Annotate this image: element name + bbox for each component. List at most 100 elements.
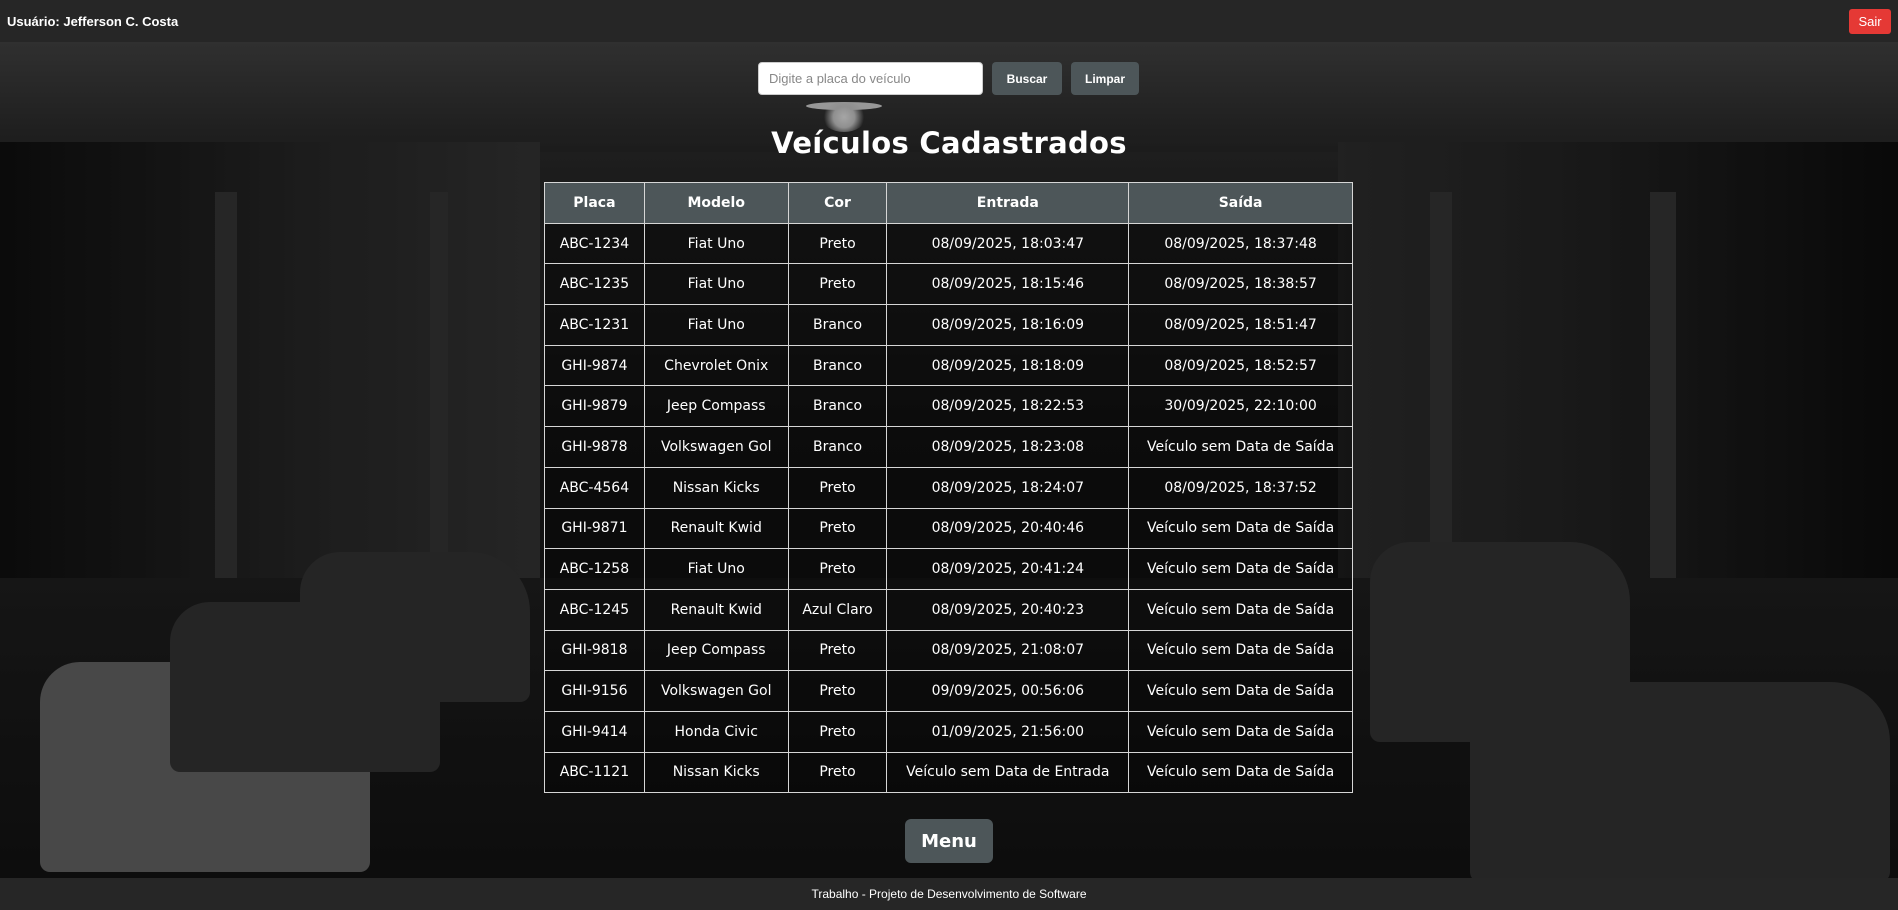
cell-cor: Preto	[787, 222, 888, 265]
table-row: GHI-9878 Volkswagen Gol Branco 08/09/202…	[544, 426, 1353, 468]
cell-cor: Branco	[787, 385, 888, 428]
cell-entrada: 08/09/2025, 18:18:09	[886, 344, 1130, 387]
logout-button[interactable]: Sair	[1849, 8, 1891, 34]
cell-placa: GHI-9414	[544, 710, 645, 753]
top-bar: Usuário: Jefferson C. Costa Sair	[0, 0, 1898, 42]
table-row: ABC-1245 Renault Kwid Azul Claro 08/09/2…	[544, 588, 1353, 631]
table-row: GHI-9414 Honda Civic Preto 01/09/2025, 2…	[544, 710, 1353, 753]
column-header-placa: Placa	[544, 182, 645, 224]
cell-saida: Veículo sem Data de Saída	[1128, 629, 1353, 672]
cell-saida: 08/09/2025, 18:51:47	[1128, 304, 1353, 346]
cell-saida: Veículo sem Data de Saída	[1128, 548, 1353, 590]
vehicles-table: Placa Modelo Cor Entrada Saída ABC-1234 …	[544, 182, 1353, 794]
table-row: ABC-1235 Fiat Uno Preto 08/09/2025, 18:1…	[544, 263, 1353, 306]
cell-placa: GHI-9879	[544, 385, 645, 428]
cell-placa: GHI-9874	[544, 344, 645, 387]
cell-entrada: 08/09/2025, 18:15:46	[886, 263, 1130, 306]
cell-cor: Preto	[787, 710, 888, 753]
cell-modelo: Nissan Kicks	[643, 751, 789, 794]
cell-modelo: Chevrolet Onix	[643, 344, 789, 387]
footer-text: Trabalho - Projeto de Desenvolvimento de…	[811, 887, 1087, 901]
cell-saida: 30/09/2025, 22:10:00	[1128, 385, 1353, 428]
cell-placa: ABC-1235	[544, 263, 645, 306]
cell-cor: Preto	[787, 629, 888, 672]
cell-placa: ABC-4564	[544, 466, 645, 509]
cell-entrada: 08/09/2025, 18:16:09	[886, 304, 1130, 346]
column-header-modelo: Modelo	[643, 182, 789, 224]
cell-saida: Veículo sem Data de Saída	[1128, 507, 1353, 550]
cell-modelo: Renault Kwid	[643, 507, 789, 550]
table-row: ABC-1231 Fiat Uno Branco 08/09/2025, 18:…	[544, 304, 1353, 346]
cell-modelo: Honda Civic	[643, 710, 789, 753]
cell-cor: Azul Claro	[787, 588, 888, 631]
plate-search-input[interactable]	[758, 62, 983, 95]
user-label: Usuário: Jefferson C. Costa	[7, 13, 179, 29]
cell-saida: Veículo sem Data de Saída	[1128, 670, 1353, 712]
column-header-saida: Saída	[1128, 182, 1353, 224]
cell-placa: ABC-1258	[544, 548, 645, 590]
table-row: ABC-4564 Nissan Kicks Preto 08/09/2025, …	[544, 466, 1353, 509]
cell-entrada: 08/09/2025, 20:40:46	[886, 507, 1130, 550]
cell-placa: ABC-1245	[544, 588, 645, 631]
cell-placa: ABC-1234	[544, 222, 645, 265]
cell-modelo: Fiat Uno	[643, 222, 789, 265]
table-row: ABC-1234 Fiat Uno Preto 08/09/2025, 18:0…	[544, 222, 1353, 265]
cell-cor: Branco	[787, 426, 888, 468]
cell-entrada: 01/09/2025, 21:56:00	[886, 710, 1130, 753]
cell-entrada: 08/09/2025, 20:41:24	[886, 548, 1130, 590]
table-row: GHI-9871 Renault Kwid Preto 08/09/2025, …	[544, 507, 1353, 550]
cell-entrada: 08/09/2025, 20:40:23	[886, 588, 1130, 631]
menu-button[interactable]: Menu	[905, 819, 993, 863]
cell-saida: 08/09/2025, 18:52:57	[1128, 344, 1353, 387]
cell-saida: 08/09/2025, 18:37:52	[1128, 466, 1353, 509]
cell-entrada: 08/09/2025, 18:03:47	[886, 222, 1130, 265]
cell-saida: 08/09/2025, 18:37:48	[1128, 222, 1353, 265]
cell-placa: ABC-1121	[544, 751, 645, 794]
cell-cor: Preto	[787, 548, 888, 590]
cell-entrada: 09/09/2025, 00:56:06	[886, 670, 1130, 712]
cell-entrada: 08/09/2025, 18:22:53	[886, 385, 1130, 428]
vehicles-table-container: Placa Modelo Cor Entrada Saída ABC-1234 …	[544, 182, 1353, 794]
table-row: ABC-1121 Nissan Kicks Preto Veículo sem …	[544, 751, 1353, 794]
table-row: ABC-1258 Fiat Uno Preto 08/09/2025, 20:4…	[544, 548, 1353, 590]
cell-entrada: 08/09/2025, 18:24:07	[886, 466, 1130, 509]
cell-cor: Preto	[787, 507, 888, 550]
cell-saida: Veículo sem Data de Saída	[1128, 751, 1353, 794]
table-row: GHI-9818 Jeep Compass Preto 08/09/2025, …	[544, 629, 1353, 672]
cell-cor: Preto	[787, 670, 888, 712]
table-row: GHI-9156 Volkswagen Gol Preto 09/09/2025…	[544, 670, 1353, 712]
cell-saida: Veículo sem Data de Saída	[1128, 426, 1353, 468]
table-body: ABC-1234 Fiat Uno Preto 08/09/2025, 18:0…	[544, 222, 1353, 794]
cell-entrada: Veículo sem Data de Entrada	[886, 751, 1130, 794]
cell-saida: 08/09/2025, 18:38:57	[1128, 263, 1353, 306]
page-title: Veículos Cadastrados	[771, 126, 1127, 160]
search-bar: Buscar Limpar	[758, 62, 1139, 95]
cell-placa: GHI-9818	[544, 629, 645, 672]
cell-placa: ABC-1231	[544, 304, 645, 346]
cell-modelo: Jeep Compass	[643, 629, 789, 672]
column-header-cor: Cor	[787, 182, 888, 224]
cell-modelo: Fiat Uno	[643, 263, 789, 306]
footer: Trabalho - Projeto de Desenvolvimento de…	[0, 878, 1898, 910]
cell-placa: GHI-9871	[544, 507, 645, 550]
table-row: GHI-9874 Chevrolet Onix Branco 08/09/202…	[544, 344, 1353, 387]
table-header-row: Placa Modelo Cor Entrada Saída	[544, 182, 1353, 224]
cell-cor: Preto	[787, 751, 888, 794]
cell-modelo: Fiat Uno	[643, 304, 789, 346]
cell-cor: Branco	[787, 304, 888, 346]
cell-cor: Preto	[787, 466, 888, 509]
cell-modelo: Nissan Kicks	[643, 466, 789, 509]
cell-cor: Preto	[787, 263, 888, 306]
cell-modelo: Volkswagen Gol	[643, 670, 789, 712]
cell-saida: Veículo sem Data de Saída	[1128, 588, 1353, 631]
cell-modelo: Fiat Uno	[643, 548, 789, 590]
cell-placa: GHI-9878	[544, 426, 645, 468]
search-button[interactable]: Buscar	[992, 62, 1062, 95]
cell-saida: Veículo sem Data de Saída	[1128, 710, 1353, 753]
cell-entrada: 08/09/2025, 21:08:07	[886, 629, 1130, 672]
clear-button[interactable]: Limpar	[1071, 62, 1139, 95]
column-header-entrada: Entrada	[886, 182, 1130, 224]
cell-placa: GHI-9156	[544, 670, 645, 712]
cell-modelo: Volkswagen Gol	[643, 426, 789, 468]
cell-modelo: Jeep Compass	[643, 385, 789, 428]
